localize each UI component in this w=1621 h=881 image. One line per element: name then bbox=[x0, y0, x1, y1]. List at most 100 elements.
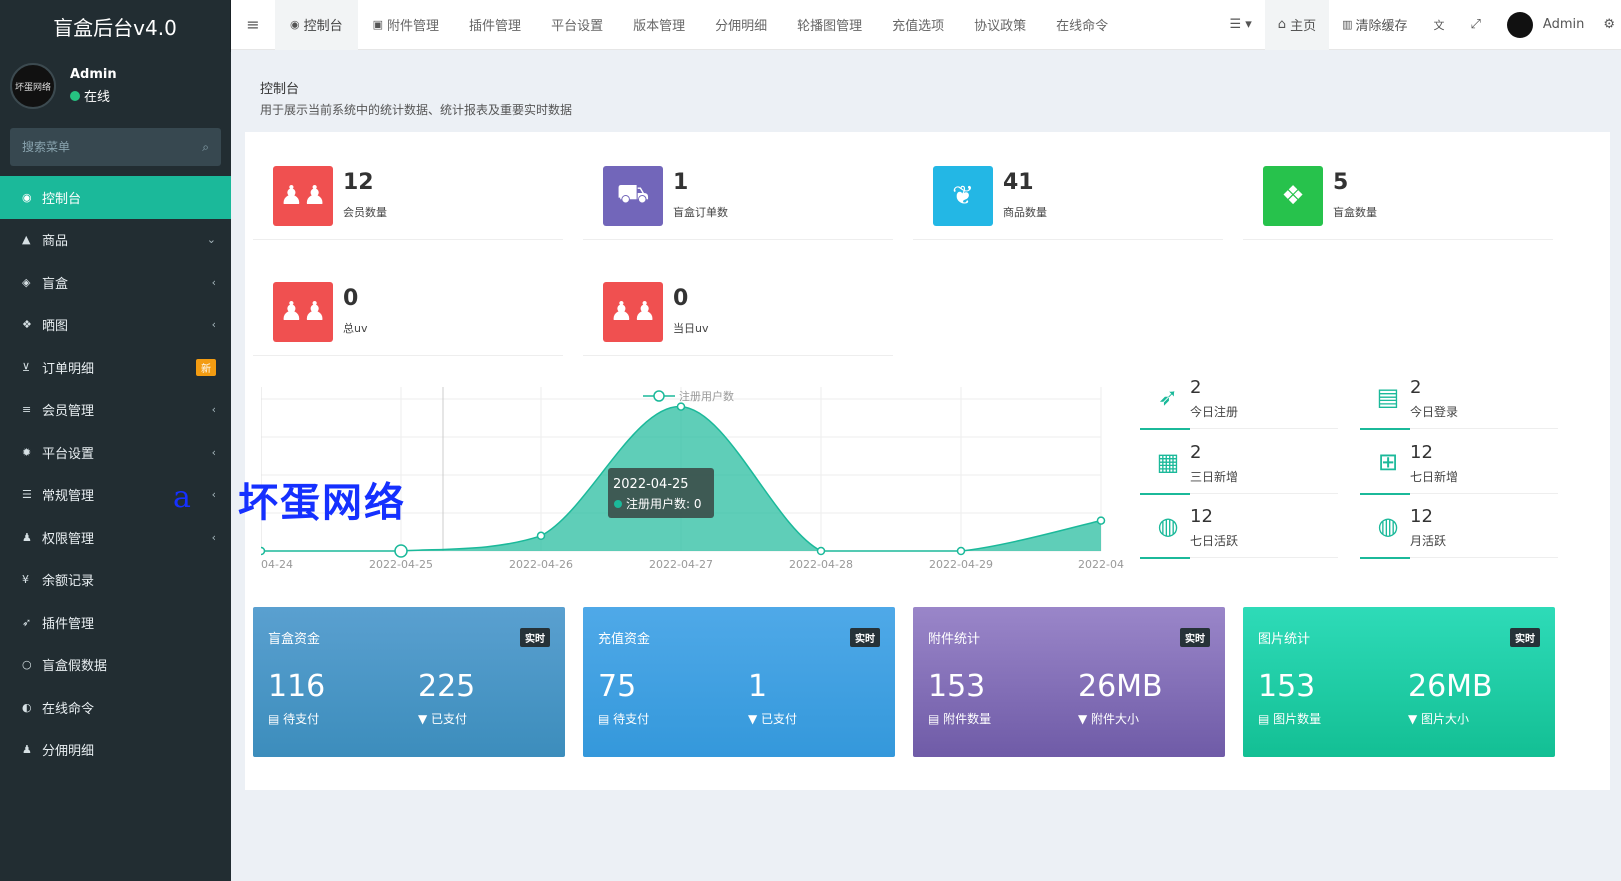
stat-label: 当日uv bbox=[673, 322, 709, 335]
x-tick-label: 04-24 bbox=[261, 558, 293, 571]
sidebar-item-12[interactable]: ◐ 在线命令 bbox=[0, 686, 231, 729]
tab-8[interactable]: 协议政策 bbox=[959, 0, 1041, 50]
tab-2[interactable]: 插件管理 bbox=[454, 0, 536, 50]
kpi-value: 12 bbox=[1410, 506, 1433, 527]
more-menu-icon[interactable]: ☰ ▾ bbox=[1216, 0, 1264, 50]
panel-label-2: ▼ 图片大小 bbox=[1408, 710, 1469, 727]
panel-label-text: 图片大小 bbox=[1421, 712, 1470, 726]
sidebar-item-6[interactable]: ✹ 平台设置 ‹ bbox=[0, 431, 231, 474]
tab-label: 附件管理 bbox=[387, 19, 440, 34]
fullscreen-icon[interactable]: ⤢ bbox=[1458, 0, 1494, 50]
rocket-icon: ➶ bbox=[1157, 383, 1179, 411]
tab-3[interactable]: 平台设置 bbox=[536, 0, 618, 50]
menu-search-input[interactable] bbox=[22, 140, 172, 154]
watermark-mark: a bbox=[173, 480, 191, 515]
filter-icon: ▼ bbox=[1078, 712, 1092, 726]
kpi-item: ▦ 2 三日新增 bbox=[1140, 442, 1338, 504]
admin-profile[interactable]: Admin bbox=[1494, 0, 1597, 50]
chevron-icon[interactable]: ‹ bbox=[212, 531, 216, 544]
tab-9[interactable]: 在线命令 bbox=[1041, 0, 1123, 50]
cart-icon: ⊻ bbox=[22, 360, 31, 374]
language-icon[interactable]: 文 bbox=[1421, 0, 1458, 50]
sidebar-item-8[interactable]: ♟ 权限管理 ‹ bbox=[0, 516, 231, 559]
kpi-label: 三日新增 bbox=[1190, 470, 1239, 484]
stat-value: 0 bbox=[673, 286, 689, 311]
admin-name: Admin bbox=[1542, 17, 1585, 32]
chevron-icon[interactable]: ‹ bbox=[212, 276, 216, 289]
sidebar-toggle-icon[interactable]: ≡ bbox=[231, 0, 275, 50]
rocket-icon: ➶ bbox=[22, 615, 32, 629]
kpi-accent bbox=[1360, 557, 1410, 559]
kpi-item: ⊞ 12 七日新增 bbox=[1360, 442, 1558, 504]
sidebar-item-1[interactable]: ▲ 商品 ⌄ bbox=[0, 219, 231, 262]
kpi-accent bbox=[1360, 428, 1410, 430]
home-link[interactable]: ⌂ 主页 bbox=[1264, 0, 1330, 50]
panel-value-2: 26MB bbox=[1408, 669, 1493, 704]
shopping-bag-icon: ▲ bbox=[22, 233, 31, 247]
x-tick-label: 2022-04-27 bbox=[649, 558, 713, 571]
sidebar-item-3[interactable]: ❖ 晒图 ‹ bbox=[0, 304, 231, 347]
sidebar-item-5[interactable]: ≡ 会员管理 ‹ bbox=[0, 389, 231, 432]
user-avatar: 坏蛋网络 bbox=[10, 63, 56, 109]
clear-cache-button[interactable]: ▥ 清除缓存 bbox=[1329, 0, 1420, 50]
user-name: Admin bbox=[70, 67, 117, 82]
tab-label: 充值选项 bbox=[892, 19, 945, 34]
sidebar-item-label: 商品 bbox=[42, 234, 69, 250]
panel-label-2: ▼ 已支付 bbox=[418, 710, 467, 727]
panel-label-text: 附件数量 bbox=[943, 712, 992, 726]
sidebar-item-2[interactable]: ◈ 盲盒 ‹ bbox=[0, 261, 231, 304]
tab-4[interactable]: 版本管理 bbox=[618, 0, 700, 50]
chevron-icon[interactable]: ‹ bbox=[212, 488, 216, 501]
panel-label-1: ▤ 待支付 bbox=[268, 710, 319, 727]
chevron-icon[interactable]: ⌄ bbox=[207, 233, 216, 246]
dashboard-icon: ◉ bbox=[22, 190, 32, 204]
panel-value-2: 1 bbox=[748, 669, 768, 704]
panel-title: 图片统计 bbox=[1258, 632, 1311, 647]
stat-box: ♟♟ 12 会员数量 bbox=[253, 148, 563, 240]
chevron-icon[interactable]: ‹ bbox=[212, 403, 216, 416]
sidebar-item-4[interactable]: ⊻ 订单明细 新 bbox=[0, 346, 231, 389]
admin-avatar bbox=[1506, 11, 1533, 38]
tab-7[interactable]: 充值选项 bbox=[877, 0, 959, 50]
sidebar-item-label: 盲盒假数据 bbox=[42, 659, 108, 675]
sidebar-item-10[interactable]: ➶ 插件管理 bbox=[0, 601, 231, 644]
data-point bbox=[816, 546, 826, 556]
chevron-icon[interactable]: ‹ bbox=[212, 446, 216, 459]
sidebar-item-9[interactable]: ¥ 余额记录 bbox=[0, 559, 231, 602]
stat-box: ♟♟ 0 当日uv bbox=[583, 264, 893, 356]
sidebar-item-label: 会员管理 bbox=[42, 404, 95, 420]
tooltip-value: 注册用户数: 0 bbox=[626, 496, 702, 511]
legend-label: 注册用户数 bbox=[679, 389, 734, 403]
sidebar-item-13[interactable]: ♟ 分佣明细 bbox=[0, 729, 231, 772]
kpi-accent bbox=[1140, 557, 1190, 559]
data-point bbox=[394, 544, 408, 558]
adjust-icon: ◐ bbox=[22, 700, 32, 714]
tab-5[interactable]: 分佣明细 bbox=[700, 0, 782, 50]
users-icon: ♟♟ bbox=[273, 166, 333, 226]
panel-label-text: 已支付 bbox=[761, 712, 798, 726]
sidebar-item-0[interactable]: ◉ 控制台 bbox=[0, 176, 231, 219]
tab-0[interactable]: ◉ 控制台 bbox=[275, 0, 358, 50]
tab-6[interactable]: 轮播图管理 bbox=[782, 0, 877, 50]
chevron-icon[interactable]: ‹ bbox=[212, 318, 216, 331]
page-title: 控制台 bbox=[260, 82, 300, 97]
sidebar-item-7[interactable]: ☰ 常规管理 ‹ bbox=[0, 474, 231, 517]
list-icon: ≡ bbox=[22, 403, 32, 417]
kpi-label: 月活跃 bbox=[1410, 534, 1447, 548]
app-logo-title[interactable]: 盲盒后台v4.0 bbox=[0, 0, 231, 52]
x-tick-label: 2022-04 bbox=[1078, 558, 1124, 571]
sidebar-item-label: 分佣明细 bbox=[42, 744, 95, 760]
sidebar-item-11[interactable]: ○ 盲盒假数据 bbox=[0, 644, 231, 687]
sidebar-item-label: 控制台 bbox=[42, 191, 82, 207]
x-tick-label: 2022-04-25 bbox=[369, 558, 433, 571]
calendar-icon: ▦ bbox=[1156, 448, 1180, 476]
panel-title: 盲盒资金 bbox=[268, 632, 321, 647]
watermark-text: 坏蛋网络 bbox=[238, 479, 406, 526]
kpi-value: 2 bbox=[1190, 442, 1202, 463]
tab-1[interactable]: ▣ 附件管理 bbox=[358, 0, 454, 50]
kpi-value: 12 bbox=[1190, 506, 1213, 527]
users-icon: ♟♟ bbox=[273, 282, 333, 342]
gear-icon: ✹ bbox=[22, 445, 32, 459]
settings-gear-icon[interactable]: ⚙ bbox=[1597, 0, 1621, 50]
search-icon[interactable]: ⌕ bbox=[202, 140, 209, 155]
